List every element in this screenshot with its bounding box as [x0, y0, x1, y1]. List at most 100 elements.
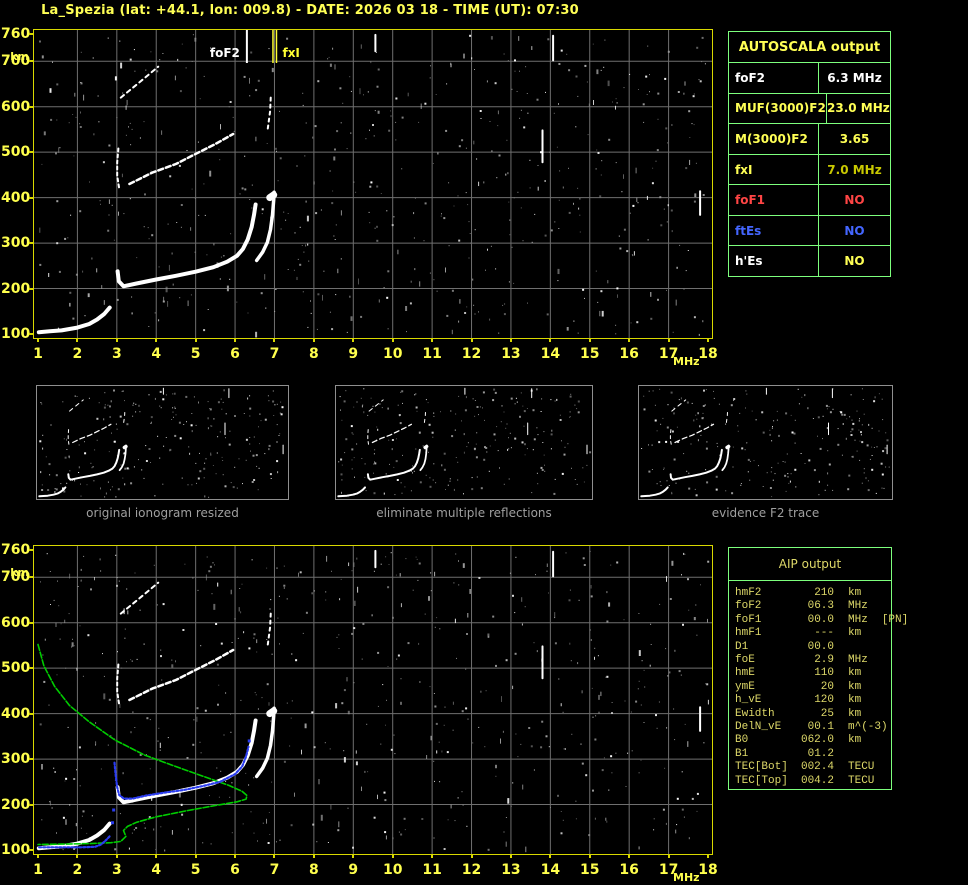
autoscaled-F2-trace — [115, 747, 249, 799]
noise-dot — [354, 457, 355, 458]
noise-dot — [682, 809, 684, 811]
noise-dot — [659, 196, 661, 198]
second-hop-cusp — [670, 430, 671, 445]
noise-dot — [78, 586, 79, 587]
noise-dot — [837, 444, 839, 446]
noise-dot — [688, 610, 689, 611]
noise-dot — [882, 419, 883, 420]
noise-dot — [686, 471, 687, 472]
noise-dot — [644, 722, 645, 723]
noise-dot — [351, 91, 352, 92]
noise-dot — [330, 171, 331, 172]
noise-dot — [499, 155, 501, 157]
x-tick-nub — [76, 339, 78, 342]
noise-dot — [777, 420, 778, 421]
noise-dot — [664, 468, 665, 469]
noise-dot — [162, 53, 163, 54]
noise-dot — [537, 650, 538, 652]
noise-dot — [169, 175, 171, 177]
noise-dot — [326, 556, 327, 562]
noise-dot — [749, 480, 750, 481]
noise-dot — [220, 279, 221, 280]
noise-dot — [396, 659, 397, 660]
noise-dot — [235, 618, 236, 619]
noise-dot — [852, 456, 853, 457]
noise-dot — [249, 199, 250, 200]
noise-dot — [83, 556, 84, 557]
noise-dot — [242, 483, 243, 484]
noise-dot — [64, 438, 65, 439]
noise-dot — [658, 119, 659, 120]
noise-dot — [805, 463, 806, 464]
noise-dot — [74, 93, 75, 97]
noise-dot — [77, 396, 78, 397]
noise-dot — [468, 719, 469, 720]
noise-dot — [527, 303, 528, 304]
noise-dot — [563, 820, 564, 821]
noise-dot — [384, 287, 385, 288]
noise-dot — [870, 459, 871, 460]
noise-dot — [392, 617, 394, 619]
noise-dot — [391, 552, 392, 553]
noise-dot — [382, 684, 383, 685]
noise-dot — [773, 480, 774, 481]
noise-dot — [42, 764, 43, 770]
noise-dot — [358, 279, 359, 285]
noise-dot — [649, 74, 650, 75]
noise-dot — [395, 122, 396, 123]
noise-dot — [599, 712, 600, 714]
second-hop-cusp — [368, 430, 369, 445]
noise-dot — [866, 477, 867, 479]
x-tick-nub — [195, 855, 197, 858]
noise-dot — [63, 817, 65, 819]
noise-dot — [244, 76, 246, 78]
noise-dot — [219, 797, 220, 798]
noise-dot — [684, 554, 685, 555]
noise-dot — [558, 103, 559, 105]
noise-dot — [663, 469, 664, 470]
noise-dot — [108, 38, 109, 39]
noise-dot — [133, 405, 134, 406]
noise-dot — [401, 390, 403, 392]
noise-dot — [578, 208, 579, 210]
noise-dot — [559, 200, 560, 201]
noise-dot — [481, 487, 483, 489]
noise-dot — [82, 816, 83, 817]
noise-dot — [362, 405, 363, 407]
noise-dot — [784, 475, 786, 477]
noise-dot — [247, 398, 248, 400]
noise-dot — [421, 818, 423, 820]
noise-dot — [265, 419, 267, 421]
noise-dot — [679, 670, 681, 672]
caption-evidence-f2: evidence F2 trace — [638, 506, 893, 520]
noise-dot — [342, 103, 343, 104]
autoscala-row-value: 7.0 MHz — [819, 155, 890, 185]
noise-dot — [490, 446, 491, 447]
noise-dot — [691, 444, 692, 445]
noise-dot — [419, 563, 421, 565]
noise-dot — [645, 76, 647, 78]
noise-dot — [158, 728, 159, 729]
noise-dot — [429, 477, 430, 478]
noise-dot — [277, 618, 278, 619]
noise-dot — [740, 485, 741, 486]
noise-dot — [651, 644, 652, 645]
noise-dot — [341, 473, 343, 475]
noise-dot — [515, 71, 516, 72]
noise-dot — [39, 228, 40, 233]
noise-dot — [848, 475, 850, 477]
noise-dot — [75, 396, 76, 397]
noise-dot — [703, 194, 705, 196]
noise-dot — [377, 429, 378, 431]
noise-dot — [40, 471, 41, 473]
noise-dot — [291, 718, 292, 719]
noise-dot — [375, 110, 376, 111]
noise-dot — [470, 589, 471, 594]
noise-dot — [400, 422, 402, 424]
noise-dot — [365, 463, 366, 464]
F2-o-trace — [68, 450, 119, 480]
noise-dot — [489, 471, 490, 472]
noise-dot — [87, 484, 88, 485]
noise-dot — [248, 647, 250, 649]
noise-dot — [591, 595, 593, 597]
